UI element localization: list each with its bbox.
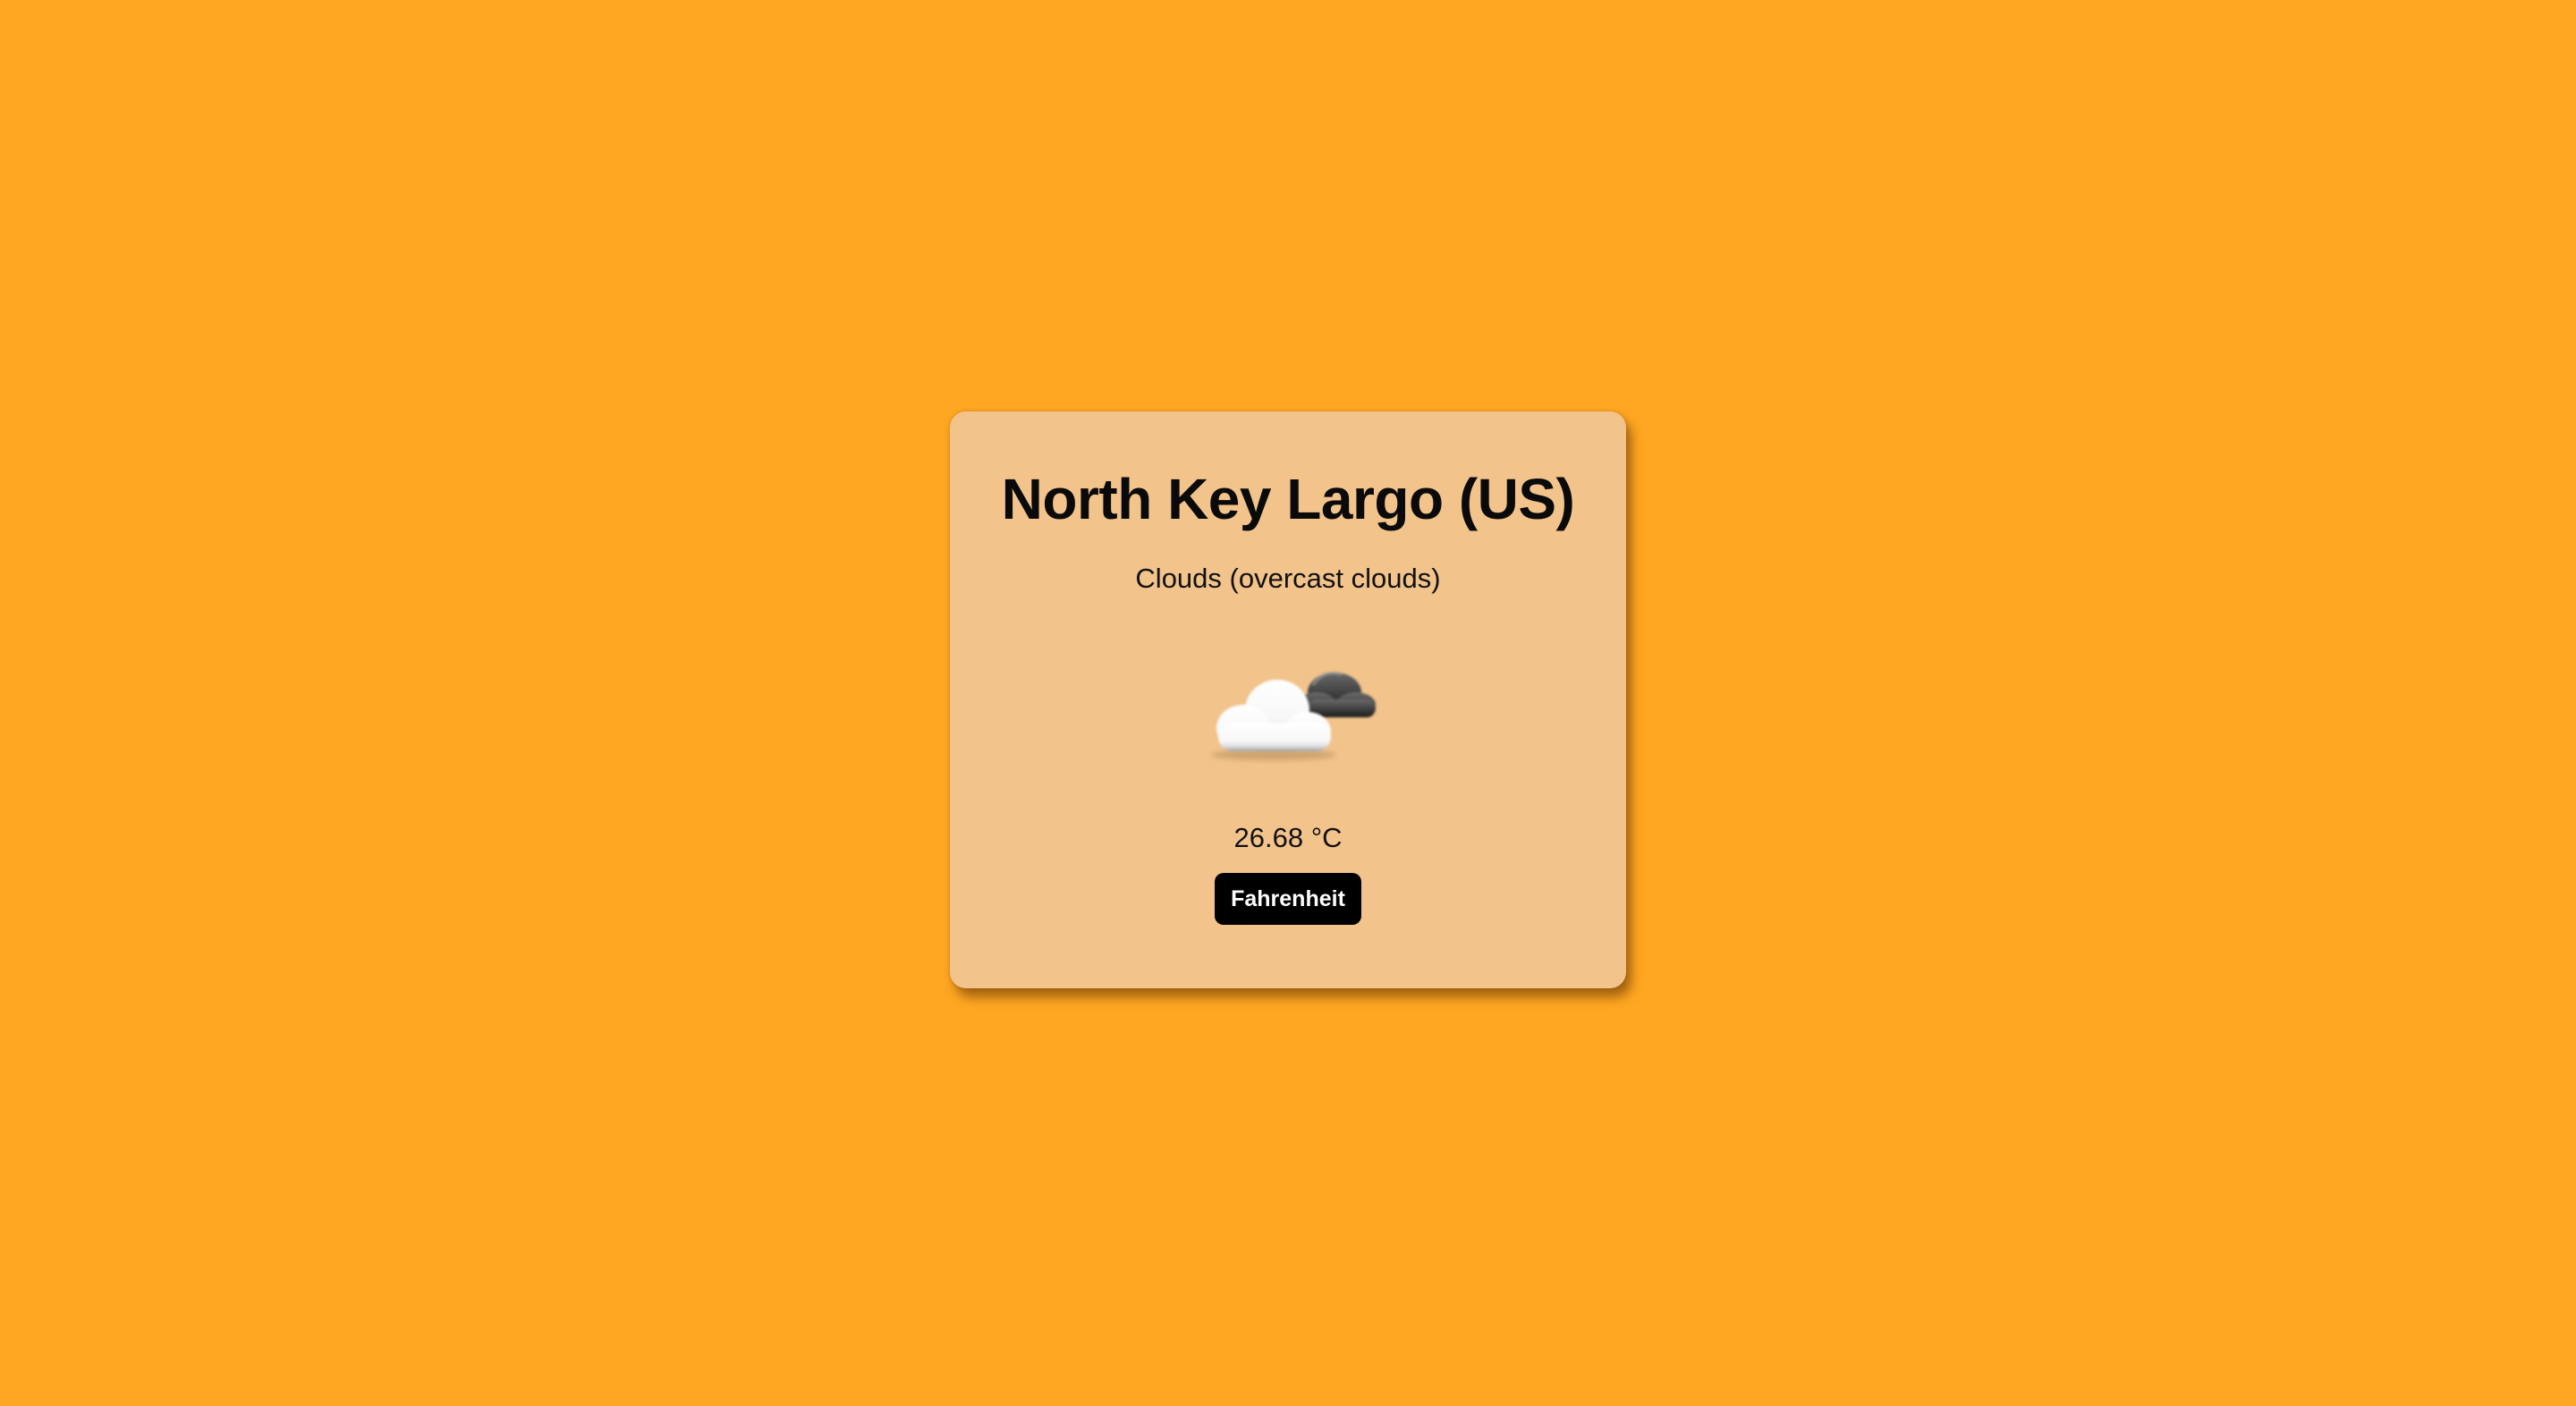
fahrenheit-toggle-button[interactable]: Fahrenheit	[1215, 873, 1361, 925]
weather-description: Clouds (overcast clouds)	[1135, 563, 1441, 594]
city-title: North Key Largo (US)	[1001, 467, 1575, 531]
weather-card: North Key Largo (US) Clouds (overcast cl…	[950, 411, 1626, 988]
page-background: North Key Largo (US) Clouds (overcast cl…	[0, 0, 2576, 1406]
temperature-readout: 26.68 °C	[1233, 822, 1343, 853]
overcast-clouds-icon	[1202, 646, 1381, 771]
